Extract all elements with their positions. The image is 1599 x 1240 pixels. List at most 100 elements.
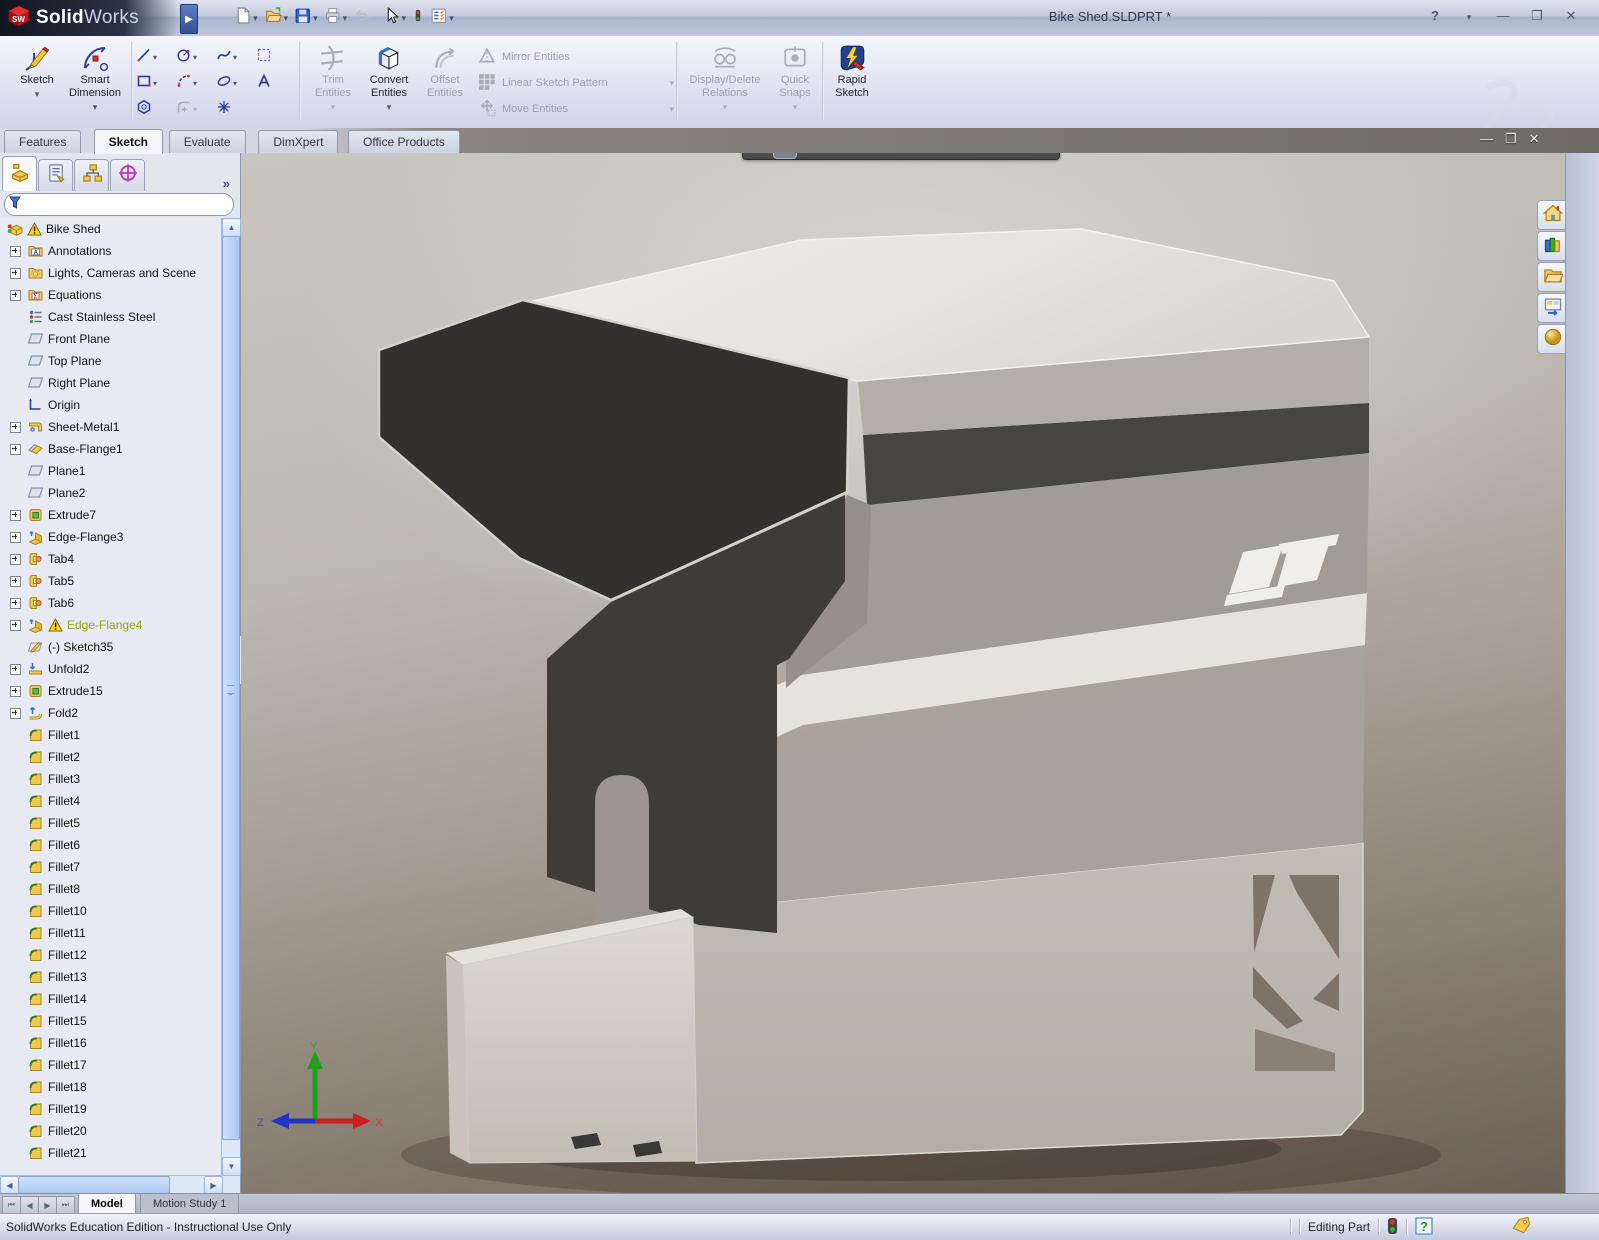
document-close-button[interactable]: ✕ (1529, 131, 1540, 147)
expand-toggle[interactable] (10, 509, 21, 521)
spline-tool-button[interactable]: ▾ (216, 47, 256, 68)
tree-item-fillet13[interactable]: Fillet13 (0, 966, 222, 988)
tab-motion-study-1[interactable]: Motion Study 1 (140, 1194, 240, 1214)
tree-item-annotations[interactable]: A Annotations (0, 240, 222, 262)
tree-item-lights-cameras-and-scene[interactable]: Lights, Cameras and Scene (0, 262, 222, 284)
expand-toggle[interactable] (10, 245, 21, 257)
zoom-fit-button[interactable] (749, 153, 771, 158)
tag-icon[interactable] (1511, 1216, 1533, 1238)
expand-toggle[interactable] (10, 289, 21, 301)
view-orientation-button[interactable]: ▾ (849, 153, 876, 158)
tree-item-cast-stainless-steel[interactable]: Cast Stainless Steel (0, 306, 222, 328)
move-entities-button[interactable]: Move Entities ▾ (478, 96, 674, 122)
tab-dimxpert[interactable]: DimXpert (258, 130, 339, 153)
sketch-dropdown-caret[interactable]: ▾ (8, 89, 66, 100)
sketch-button[interactable]: Sketch ▾ (8, 40, 66, 124)
minimize-button[interactable]: ― (1493, 8, 1513, 24)
tab-features[interactable]: Features (4, 130, 82, 153)
selection-filter-button[interactable] (410, 4, 426, 32)
tree-item-fillet6[interactable]: Fillet6 (0, 834, 222, 856)
tree-item-tab5[interactable]: Tab5 (0, 570, 222, 592)
expand-toggle[interactable] (10, 531, 21, 543)
select-box-tool-button[interactable] (256, 47, 296, 68)
tree-item-fillet10[interactable]: Fillet10 (0, 900, 222, 922)
circle-tool-button[interactable]: ▾ (176, 47, 216, 68)
smart-dimension-button[interactable]: Smart Dimension ▾ (66, 40, 124, 124)
linear-pattern-caret[interactable]: ▾ (669, 78, 674, 89)
expand-toggle[interactable] (10, 421, 21, 433)
trim-entities-button[interactable]: Trim Entities ▾ (304, 40, 362, 124)
tree-item-plane1[interactable]: Plane1 (0, 460, 222, 482)
tree-item-edge-flange4[interactable]: Edge-Flange4 (0, 614, 222, 636)
task-pane-view-palette-tab[interactable] (1537, 293, 1565, 323)
sketch-fillet-tool-button[interactable]: ▾ (176, 99, 216, 120)
tree-item-top-plane[interactable]: Top Plane (0, 350, 222, 372)
tree-item-fillet5[interactable]: Fillet5 (0, 812, 222, 834)
menu-caret-button[interactable]: ▾ (1459, 8, 1479, 24)
horizontal-scroll-thumb[interactable] (18, 1176, 170, 1194)
point-tool-button[interactable] (216, 99, 256, 120)
dimxpertmanager-tab[interactable] (110, 159, 145, 191)
tree-item-fillet8[interactable]: Fillet8 (0, 878, 222, 900)
zoom-area-button[interactable] (774, 153, 796, 158)
scroll-down-button[interactable]: ▼ (222, 1157, 241, 1176)
tree-item-right-plane[interactable]: Right Plane (0, 372, 222, 394)
scene-button[interactable]: ▾ (969, 153, 996, 158)
appearance-button[interactable]: ▾ (939, 153, 966, 158)
bike-shed-3d-model[interactable] (241, 153, 1565, 1193)
study-nav-prev-button[interactable]: ◀ (20, 1196, 39, 1214)
tree-item-fillet1[interactable]: Fillet1 (0, 724, 222, 746)
tab-evaluate[interactable]: Evaluate (168, 130, 246, 153)
polygon-tool-button[interactable] (136, 99, 176, 120)
tree-item-edge-flange3[interactable]: Edge-Flange3 (0, 526, 222, 548)
close-button[interactable]: ✕ (1561, 8, 1581, 24)
display-style-button[interactable]: ▾ (879, 153, 906, 158)
tree-item-front-plane[interactable]: Front Plane (0, 328, 222, 350)
document-restore-button[interactable]: ❐ (1505, 131, 1517, 147)
help-button[interactable]: ? (1425, 8, 1445, 24)
convert-dropdown-caret[interactable]: ▾ (360, 102, 418, 113)
featuremanager-tab[interactable] (2, 156, 37, 191)
tree-item-origin[interactable]: Origin (0, 394, 222, 416)
task-pane-file-explorer-tab[interactable] (1537, 262, 1565, 292)
tree-item-fillet3[interactable]: Fillet3 (0, 768, 222, 790)
tree-item-tab4[interactable]: Tab4 (0, 548, 222, 570)
tree-item-fillet17[interactable]: Fillet17 (0, 1054, 222, 1076)
feature-filter-input[interactable] (25, 196, 233, 213)
quick-snaps-caret[interactable]: ▾ (770, 102, 820, 113)
document-minimize-button[interactable]: ― (1480, 131, 1493, 147)
tree-item-fillet18[interactable]: Fillet18 (0, 1076, 222, 1098)
options-list-button[interactable]: ▾ (428, 4, 456, 32)
undo-button[interactable]: ▾ (351, 4, 379, 32)
tree-item-fillet14[interactable]: Fillet14 (0, 988, 222, 1010)
tree-item-unfold2[interactable]: Unfold2 (0, 658, 222, 680)
new-doc-button[interactable]: ▾ (232, 4, 260, 32)
tree-item-extrude7[interactable]: Extrude7 (0, 504, 222, 526)
study-nav-next-button[interactable]: ▶ (38, 1196, 57, 1214)
tree-item-fillet4[interactable]: Fillet4 (0, 790, 222, 812)
tree-item-fillet11[interactable]: Fillet11 (0, 922, 222, 944)
tree-horizontal-scrollbar[interactable]: ◀ ▶ (0, 1175, 240, 1195)
smart-dimension-dropdown-caret[interactable]: ▾ (66, 102, 124, 113)
expand-toggle[interactable] (10, 663, 21, 675)
propertymanager-tab[interactable] (38, 159, 73, 191)
expand-toggle[interactable] (10, 575, 21, 587)
tab-sketch[interactable]: Sketch (93, 129, 163, 154)
task-pane-design-library-tab[interactable] (1537, 231, 1565, 261)
expand-toggle[interactable] (10, 267, 21, 279)
study-nav-first-button[interactable]: ⏮ (2, 1196, 21, 1214)
expand-toggle[interactable] (10, 685, 21, 697)
expand-toggle[interactable] (10, 619, 21, 631)
tree-item--sketch35[interactable]: (-) Sketch35 (0, 636, 222, 658)
expand-toggle[interactable] (10, 707, 21, 719)
move-entities-caret[interactable]: ▾ (669, 104, 674, 115)
toolbar-expand-arrow[interactable]: ▶ (180, 4, 198, 34)
tree-item-fillet15[interactable]: Fillet15 (0, 1010, 222, 1032)
display-delete-caret[interactable]: ▾ (682, 102, 768, 113)
text-tool-tool-button[interactable] (256, 72, 296, 94)
linear-sketch-pattern-button[interactable]: Linear Sketch Pattern ▾ (478, 70, 674, 96)
tree-item-fillet19[interactable]: Fillet19 (0, 1098, 222, 1120)
open-doc-button[interactable]: ▾ (262, 4, 291, 32)
task-pane-appearances-tab[interactable] (1537, 324, 1565, 354)
tab-office-products[interactable]: Office Products (348, 130, 460, 153)
